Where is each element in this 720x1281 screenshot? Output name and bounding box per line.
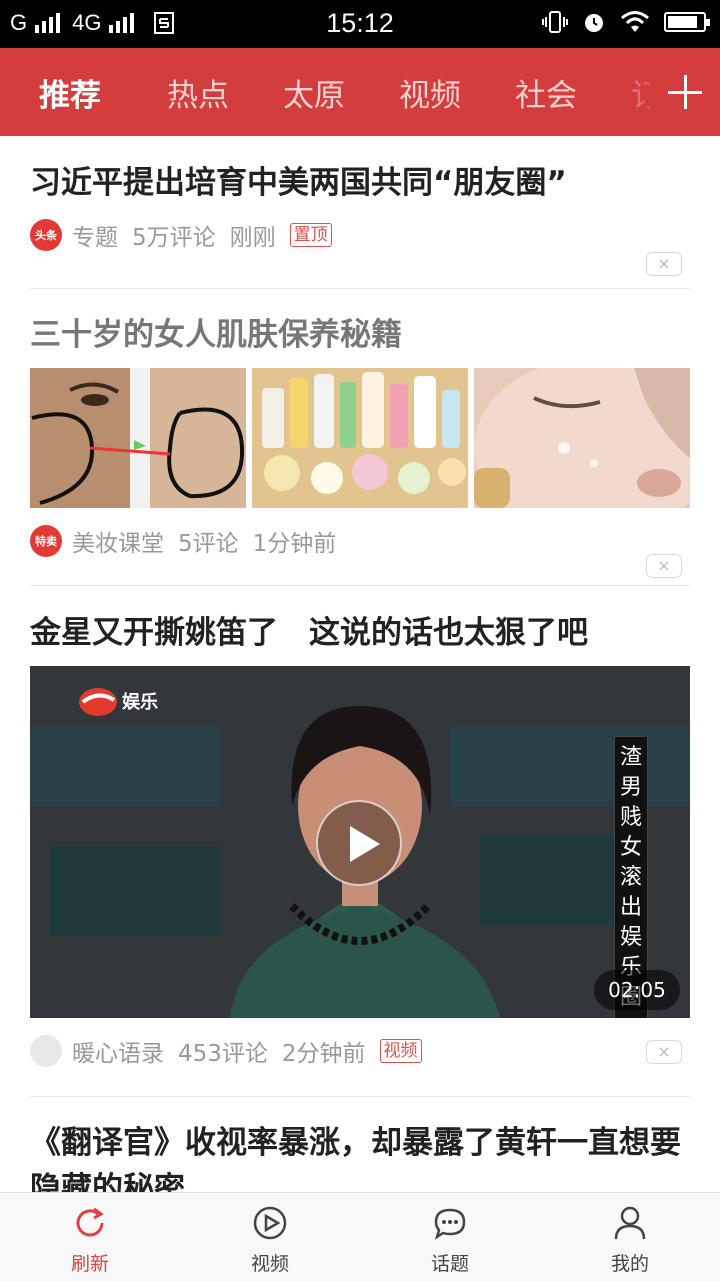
news-title[interactable]: 金星又开撕姚笛了 这说的话也太狠了吧 — [30, 610, 690, 656]
dismiss-button[interactable]: × — [646, 1040, 682, 1064]
status-bar: G 4G 15:12 — [0, 0, 720, 48]
publish-time: 2分钟前 — [281, 1041, 366, 1067]
source-name: 专题 — [72, 225, 118, 251]
tab-taiyuan[interactable]: 太原 — [256, 70, 372, 115]
publish-time: 1分钟前 — [252, 531, 337, 557]
tab-society[interactable]: 社会 — [488, 70, 604, 115]
news-feed[interactable]: 习近平提出培育中美两国共同“朋友圈” 头条 专题 5万评论 刚刚 置顶 × 三十… — [0, 136, 720, 1192]
avatar — [30, 1035, 62, 1067]
news-meta: 特卖 美妆课堂 5评论 1分钟前 — [30, 524, 690, 558]
tab-hot[interactable]: 热点 — [140, 70, 256, 115]
news-item[interactable]: 习近平提出培育中美两国共同“朋友圈” 头条 专题 5万评论 刚刚 置顶 × — [30, 160, 690, 276]
comment-count: 453评论 — [178, 1041, 268, 1067]
comment-count: 5万评论 — [132, 225, 216, 251]
thumbnail-skin-before-after[interactable] — [30, 368, 246, 508]
refresh-icon — [76, 1207, 104, 1237]
bottom-nav: 刷新 视频 话题 我的 — [0, 1192, 720, 1281]
wifi-icon — [621, 11, 649, 32]
thumbnail-glowing-skin[interactable] — [474, 368, 690, 508]
video-badge: 视频 — [379, 1039, 422, 1063]
dismiss-button[interactable]: × — [646, 252, 682, 276]
dismiss-button[interactable]: × — [646, 554, 682, 578]
publish-time: 刚刚 — [229, 225, 276, 251]
news-item[interactable]: 《翻译官》收视率暴涨，却暴露了黄轩一直想要隐藏的秘密 — [30, 1120, 690, 1192]
channel-logo: 娱乐 — [78, 680, 178, 720]
video-duration: 02:05 — [594, 970, 680, 1010]
chat-bubble-icon — [434, 1208, 466, 1240]
video-player[interactable]: 娱乐 渣男贱女滚出娱乐圈 02:05 — [30, 666, 690, 1018]
channel-logo-text: 娱乐 — [122, 692, 158, 713]
divider — [30, 288, 690, 289]
tab-video[interactable]: 视频 — [372, 70, 488, 115]
vibrate-icon — [542, 11, 568, 33]
news-title[interactable]: 《翻译官》收视率暴涨，却暴露了黄轩一直想要隐藏的秘密 — [30, 1120, 690, 1192]
nav-topics[interactable]: 话题 — [360, 1193, 540, 1281]
profile-icon — [614, 1206, 646, 1240]
news-title[interactable]: 习近平提出培育中美两国共同“朋友圈” — [30, 160, 690, 206]
divider — [30, 1096, 690, 1097]
nav-label: 话题 — [430, 1253, 469, 1275]
news-item-video[interactable]: 金星又开撕姚笛了 这说的话也太狠了吧 娱乐 渣男贱女滚出娱乐 02:05 暖心语… — [30, 610, 690, 1068]
news-meta: 暖心语录 453评论 2分钟前 视频 — [30, 1034, 690, 1068]
pinned-badge: 置顶 — [289, 223, 332, 247]
play-icon[interactable] — [316, 800, 402, 886]
nav-label: 视频 — [250, 1253, 289, 1275]
status-icons — [542, 9, 710, 35]
nav-refresh[interactable]: 刷新 — [0, 1193, 180, 1281]
battery-icon — [664, 12, 710, 32]
channel-nav: 推荐 热点 太原 视频 社会 订阅 — [0, 48, 720, 136]
news-meta: 头条 专题 5万评论 刚刚 置顶 — [30, 218, 690, 252]
plus-icon[interactable] — [650, 48, 720, 136]
nav-label: 我的 — [610, 1253, 649, 1275]
alarm-icon — [585, 14, 603, 32]
news-title[interactable]: 三十岁的女人肌肤保养秘籍 — [30, 312, 690, 358]
video-play-icon — [253, 1206, 287, 1240]
divider — [30, 585, 690, 586]
news-item[interactable]: 三十岁的女人肌肤保养秘籍 特卖 美妆课堂 5评论 1分钟前 × — [30, 312, 690, 578]
thumbnail-skincare-products[interactable] — [252, 368, 468, 508]
nav-video[interactable]: 视频 — [180, 1193, 360, 1281]
source-logo: 头条 — [30, 219, 62, 251]
source-logo: 特卖 — [30, 525, 62, 557]
source-name: 美妆课堂 — [72, 531, 164, 557]
comment-count: 5评论 — [178, 531, 239, 557]
tab-recommend[interactable]: 推荐 — [0, 70, 140, 115]
source-name: 暖心语录 — [72, 1041, 164, 1067]
thumbnail-row[interactable] — [30, 368, 690, 508]
nav-label: 刷新 — [70, 1253, 109, 1275]
nav-profile[interactable]: 我的 — [540, 1193, 720, 1281]
